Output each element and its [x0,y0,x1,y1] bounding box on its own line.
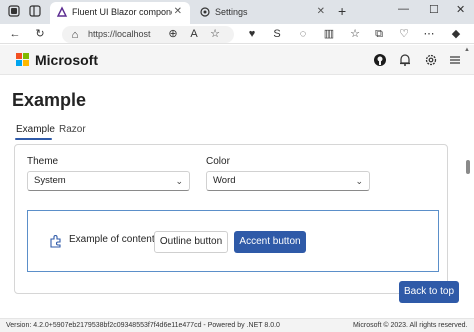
extension-heart-icon[interactable]: ♥ [245,27,259,41]
github-icon[interactable] [373,53,387,67]
split-screen-icon[interactable]: ▥ [322,27,336,41]
theme-label: Theme [27,156,59,167]
browser-essentials-icon[interactable]: ♡ [397,27,411,41]
more-icon[interactable]: ⋯ [422,27,436,41]
tab-razor[interactable]: Razor [59,124,86,135]
new-tab-icon[interactable]: + [338,3,346,19]
demo-content-box: Example of content Outline button Accent… [27,210,439,272]
page-title: Example [12,90,87,110]
color-select-value: Word [213,175,236,186]
edge-copilot-icon[interactable]: ◆ [449,27,463,41]
close-icon[interactable]: ✕ [174,2,182,22]
favorites-bar-icon[interactable]: ☆ [348,27,362,41]
read-aloud-icon[interactable]: A [187,27,201,41]
chevron-down-icon: ⌄ [175,176,183,186]
page-footer: Version: 4.2.0+5907eb2179538bf2c09348553… [0,318,474,332]
back-to-top-button[interactable]: Back to top [399,281,459,303]
theme-select[interactable]: System ⌄ [27,171,190,191]
bell-icon[interactable] [398,53,412,67]
refresh-icon[interactable]: ↻ [33,27,47,41]
favorite-icon[interactable]: ☆ [208,27,222,41]
chevron-down-icon: ⌄ [355,176,363,186]
hamburger-menu-icon[interactable] [448,53,462,67]
brand-name: Microsoft [35,52,98,68]
copyright-text: Microsoft © 2023. All rights reserved. [353,322,468,329]
gear-icon [200,7,210,17]
url-text: https://localhost [88,29,151,39]
accent-button[interactable]: Accent button [234,231,306,253]
microsoft-logo-icon [16,53,30,67]
scroll-thumb[interactable] [466,160,470,174]
page-scrollbar[interactable]: ▲ [462,45,474,317]
site-info-icon[interactable]: ⌂ [68,28,82,42]
outline-button[interactable]: Outline button [154,231,228,253]
workspaces-icon[interactable] [7,4,21,18]
close-icon[interactable]: ✕ [317,2,325,22]
content-text: Example of content [69,234,155,245]
extension-s-icon[interactable]: S [270,27,284,41]
version-text: Version: 4.2.0+5907eb2179538bf2c09348553… [6,322,280,329]
back-icon[interactable]: ← [8,27,22,41]
close-window-icon[interactable]: ✕ [456,3,465,16]
collections-icon[interactable]: ⧉ [372,27,386,41]
tab-label: Settings [215,7,248,17]
theme-select-value: System [34,175,66,186]
puzzle-icon [50,235,61,248]
browser-tab-strip: Fluent UI Blazor components demo ✕ Setti… [0,0,474,24]
tab-settings[interactable]: Settings ✕ [193,2,333,24]
extension-copilot-icon[interactable]: ◌ [296,27,310,41]
color-select[interactable]: Word ⌄ [206,171,370,191]
scroll-up-icon[interactable]: ▲ [464,47,470,53]
maximize-icon[interactable]: ☐ [429,3,439,16]
browser-toolbar: ← ↻ ⌂ https://localhost ⊕ A ☆ ♥ S ◌ ▥ ☆ … [0,24,474,44]
settings-gear-icon[interactable] [424,53,438,67]
tab-example[interactable]: Example [16,124,55,135]
site-header: Microsoft [0,45,474,75]
zoom-icon[interactable]: ⊕ [166,27,180,41]
tab-label: Fluent UI Blazor components demo [72,7,172,17]
example-panel: Theme System ⌄ Color Word ⌄ Example of c… [14,144,448,294]
color-label: Color [206,156,230,167]
blazor-favicon-icon [56,6,68,17]
active-tab-indicator [15,138,52,140]
tab-fluent-demo[interactable]: Fluent UI Blazor components demo ✕ [50,2,190,24]
minimize-icon[interactable]: — [398,3,409,15]
vertical-tabs-icon[interactable] [28,4,42,18]
